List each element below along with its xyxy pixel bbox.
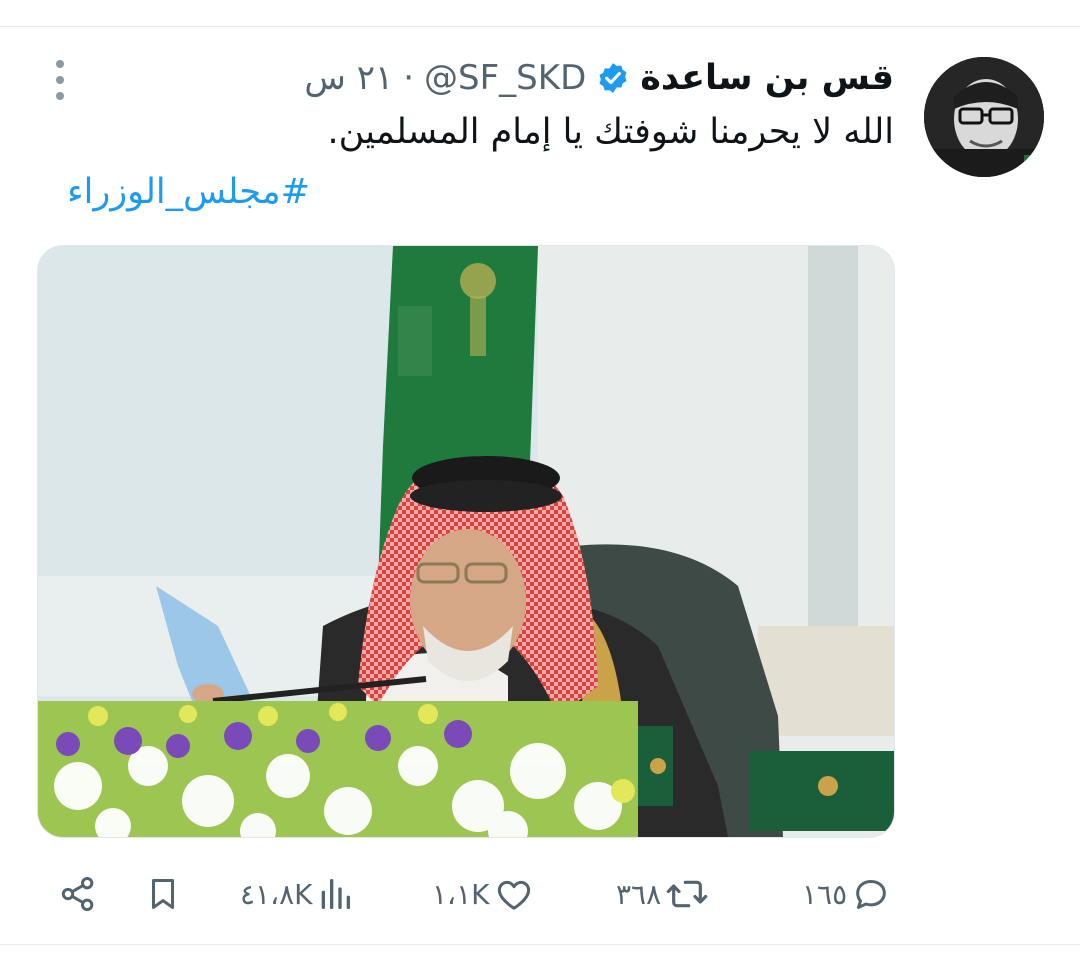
author-handle[interactable]: @SF_SKD — [424, 58, 586, 98]
share-icon — [61, 877, 94, 911]
verified-badge-icon — [596, 61, 630, 95]
views-button[interactable]: ٤١،٨K — [240, 870, 353, 918]
hashtag-link[interactable]: #مجلس_الوزراء — [67, 172, 310, 212]
tweet-text: الله لا يحرمنا شوفتك يا إمام المسلمين. — [327, 112, 894, 152]
top-divider — [0, 26, 1080, 27]
bookmark-icon — [151, 879, 175, 909]
author-name[interactable]: قس بن ساعدة — [640, 58, 894, 98]
media-photo — [38, 246, 894, 837]
reply-button[interactable]: ١٦٥ — [802, 870, 891, 918]
header-separator: · — [403, 58, 415, 98]
views-count: ٤١،٨K — [240, 877, 313, 911]
views-icon — [321, 879, 350, 909]
retweet-icon — [666, 880, 708, 908]
retweet-count: ٣٦٨ — [616, 877, 662, 911]
action-bar: ١٦٥ ٣٦٨ ١،١K ٤١،٨K — [0, 862, 1080, 926]
reply-count: ١٦٥ — [802, 877, 848, 911]
like-icon — [497, 880, 530, 910]
reply-icon — [856, 880, 886, 909]
tweet-media[interactable] — [37, 245, 895, 838]
avatar[interactable] — [924, 57, 1044, 177]
like-button[interactable]: ١،١K — [432, 870, 534, 918]
bottom-divider — [0, 944, 1080, 945]
tweet-time[interactable]: ٢١ س — [304, 58, 393, 98]
bookmark-button[interactable] — [144, 870, 182, 918]
share-button[interactable] — [58, 870, 98, 918]
retweet-button[interactable]: ٣٦٨ — [616, 870, 709, 918]
like-count: ١،١K — [432, 877, 490, 911]
more-vertical-icon[interactable] — [52, 60, 68, 100]
avatar-image — [924, 57, 1044, 177]
tweet-header: قس بن ساعدة @SF_SKD · ٢١ س — [304, 52, 894, 104]
